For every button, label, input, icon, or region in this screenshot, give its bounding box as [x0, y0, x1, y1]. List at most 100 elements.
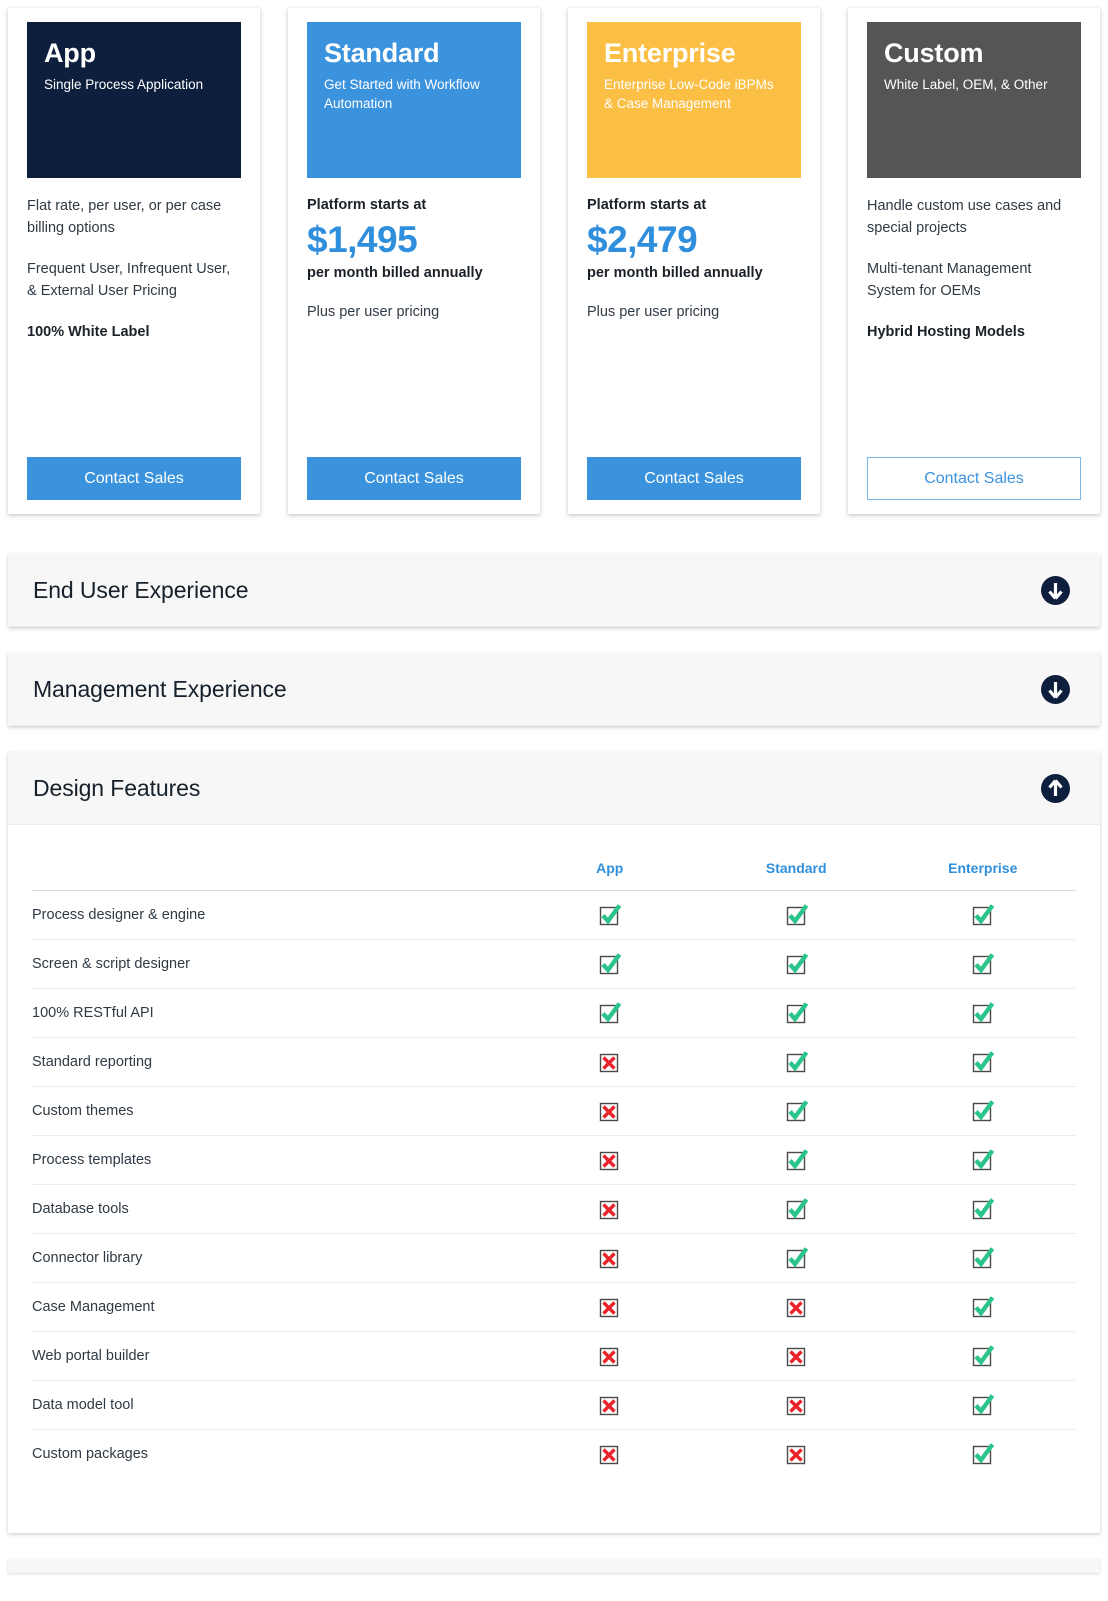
pricing-card-standard: Standard Get Started with Workflow Automa…	[288, 8, 540, 514]
cross-icon	[600, 1200, 619, 1219]
pricing-card-feature-line: Handle custom use cases and special proj…	[867, 198, 1062, 237]
pricing-comparison-page: App Single Process Application Flat rate, …	[0, 0, 1108, 1601]
accordion-header[interactable]: Management Experience	[8, 653, 1100, 726]
pricing-card-title: App	[44, 38, 96, 68]
price-label: Platform starts at	[587, 197, 707, 213]
feature-label: Web portal builder	[32, 1331, 517, 1381]
pricing-card-tagline: Single Process Application	[44, 77, 204, 93]
check-icon	[973, 1246, 995, 1268]
check-icon	[786, 1050, 808, 1072]
contact-sales-button[interactable]: Contact Sales	[867, 456, 1081, 500]
table-row: Case Management	[32, 1282, 1076, 1332]
price-per-user-note: Plus per user pricing	[587, 304, 720, 321]
table-header-app: App	[516, 825, 703, 891]
pricing-card-cta-wrap: Contact Sales	[568, 456, 820, 500]
feature-cell-app	[516, 1331, 703, 1381]
cross-icon	[600, 1053, 619, 1072]
check-icon	[600, 1001, 622, 1023]
feature-label: Database tools	[32, 1184, 517, 1234]
feature-cell-enterprise	[889, 1380, 1076, 1430]
cross-icon	[786, 1396, 806, 1415]
accordion-design-features: Design Features App Standard Enterprise Proc…	[8, 752, 1100, 1533]
feature-label: Custom packages	[32, 1446, 149, 1463]
accordion-next-collapsed-peek[interactable]	[8, 1558, 1100, 1573]
pricing-card-app: App Single Process Application Flat rate, …	[8, 8, 260, 514]
accordion-header[interactable]: Design Features	[8, 752, 1100, 825]
pricing-card-enterprise: Enterprise Enterprise Low-Code iBPMs & Ca…	[568, 8, 820, 514]
check-icon	[786, 1001, 808, 1023]
pricing-card-feature-line: Frequent User, Infrequent User, & Extern…	[27, 260, 231, 300]
feature-cell-app	[516, 1135, 703, 1185]
accordion-header[interactable]: End User Experience	[8, 554, 1100, 627]
check-icon	[786, 1148, 808, 1170]
contact-sales-button[interactable]: Contact Sales	[27, 456, 241, 500]
feature-cell-standard	[702, 1184, 890, 1234]
feature-cell-standard	[702, 1380, 890, 1430]
cross-icon	[600, 1445, 619, 1464]
check-icon	[786, 903, 808, 925]
pricing-card-cta-wrap: Contact Sales	[288, 456, 540, 500]
cross-icon	[600, 1396, 619, 1415]
table-row: Standard reporting	[32, 1037, 1076, 1087]
cross-icon	[786, 1298, 806, 1317]
pricing-card-tagline: Get Started with Workflow Automation	[324, 77, 480, 112]
feature-cell-standard	[702, 1037, 890, 1087]
accordion-title: Design Features	[33, 774, 201, 801]
pricing-card-header: Standard Get Started with Workflow Automa…	[307, 22, 521, 178]
check-icon	[973, 1295, 995, 1317]
feature-cell-app	[516, 988, 703, 1038]
feature-label: 100% RESTful API	[32, 988, 517, 1038]
feature-label: Process designer & engine	[32, 890, 517, 940]
pricing-card-header: App Single Process Application	[27, 22, 241, 178]
check-icon	[973, 1099, 995, 1121]
arrow-down-circle-icon[interactable]	[1041, 674, 1070, 704]
pricing-card-title: Enterprise	[604, 38, 736, 68]
cross-icon	[600, 1249, 619, 1268]
contact-sales-button[interactable]: Contact Sales	[307, 456, 521, 500]
feature-cell-standard	[702, 939, 890, 989]
pricing-card-feature-line: Flat rate, per user, or per case billing…	[27, 198, 222, 237]
feature-cell-standard	[702, 1135, 890, 1185]
arrow-up-circle-icon[interactable]	[1041, 773, 1070, 803]
pricing-card-cta-wrap: Contact Sales	[848, 456, 1100, 500]
pricing-card-cta-wrap: Contact Sales	[8, 456, 260, 500]
feature-cell-enterprise	[889, 1135, 1076, 1185]
check-icon	[786, 1099, 808, 1121]
table-row: Web portal builder	[32, 1331, 1076, 1381]
table-row: 100% RESTful API	[32, 988, 1076, 1038]
feature-cell-enterprise	[889, 939, 1076, 989]
feature-label: Screen & script designer	[32, 939, 517, 989]
check-icon	[973, 1148, 995, 1170]
feature-label: Case Management	[32, 1282, 517, 1332]
pricing-card-tagline: White Label, OEM, & Other	[884, 77, 1048, 93]
contact-sales-button[interactable]: Contact Sales	[587, 456, 801, 500]
feature-cell-standard	[702, 890, 890, 940]
cross-icon	[786, 1347, 806, 1366]
pricing-card-title: Custom	[884, 38, 984, 68]
feature-cell-enterprise	[889, 1233, 1076, 1283]
table-header-standard: Standard	[702, 825, 890, 891]
feature-cell-enterprise	[889, 890, 1076, 940]
feature-cell-standard	[702, 1086, 890, 1136]
accordion-body: App Standard Enterprise Process designer & …	[8, 825, 1100, 1533]
feature-cell-enterprise	[889, 1086, 1076, 1136]
feature-cell-standard	[702, 1282, 890, 1332]
check-icon	[973, 1050, 995, 1072]
table-row: Custom themes	[32, 1086, 1076, 1136]
feature-cell-app	[516, 1282, 703, 1332]
arrow-down-circle-icon[interactable]	[1041, 575, 1070, 605]
pricing-card-header: Enterprise Enterprise Low-Code iBPMs & Ca…	[587, 22, 801, 178]
check-icon	[600, 952, 622, 974]
feature-cell-app	[516, 1380, 703, 1430]
pricing-card-feature-line: Hybrid Hosting Models	[867, 323, 1025, 340]
table-row: Screen & script designer	[32, 939, 1076, 989]
price-amount: $2,479	[587, 219, 698, 261]
feature-cell-enterprise	[889, 1430, 1076, 1479]
pricing-card-header: Custom White Label, OEM, & Other	[867, 22, 1081, 178]
cross-icon	[600, 1151, 619, 1170]
cross-icon	[786, 1445, 806, 1464]
cross-icon	[600, 1298, 619, 1317]
feature-cell-enterprise	[889, 1282, 1076, 1332]
pricing-cards-row: App Single Process Application Flat rate, …	[0, 0, 1108, 514]
feature-cell-enterprise	[889, 1037, 1076, 1087]
